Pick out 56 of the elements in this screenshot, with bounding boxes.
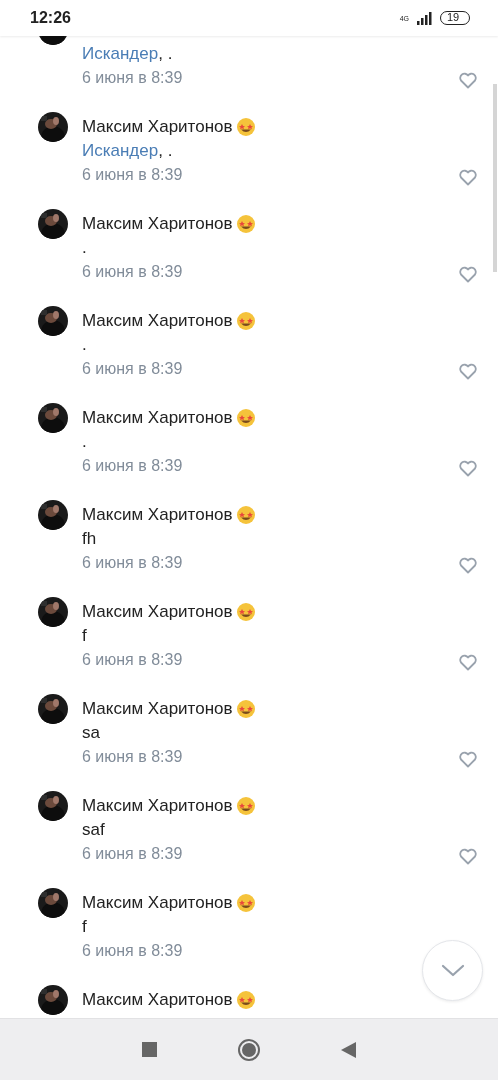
author-name: Максим Харитонов: [82, 116, 233, 138]
heart-icon[interactable]: [458, 749, 478, 770]
comment-time: 6 июня в 8:39: [82, 747, 184, 767]
comment-time: 6 июня в 8:39: [82, 262, 184, 282]
comment-text: .: [82, 431, 88, 453]
star-eyes-emoji-icon: [235, 796, 256, 816]
star-eyes-emoji-icon: [235, 311, 256, 331]
heart-icon[interactable]: [458, 458, 478, 479]
back-icon[interactable]: [341, 1041, 356, 1058]
heart-icon[interactable]: [458, 70, 478, 91]
comment-text: .: [82, 237, 88, 259]
star-eyes-emoji-icon: [235, 117, 256, 137]
comment-time: 6 июня в 8:39: [82, 68, 184, 88]
comment-time: 6 июня в 8:39: [82, 456, 184, 476]
author-name: Максим Харитонов: [82, 310, 233, 332]
star-eyes-emoji-icon: [235, 214, 256, 234]
star-eyes-emoji-icon: [235, 699, 256, 719]
author-name: Максим Харитонов: [82, 795, 233, 817]
heart-icon[interactable]: [458, 555, 478, 576]
comment-text: f: [82, 625, 88, 647]
comment-time: 6 июня в 8:39: [82, 844, 184, 864]
comment-text: f: [82, 916, 88, 938]
star-eyes-emoji-icon: [235, 893, 256, 913]
home-icon[interactable]: [237, 1037, 261, 1062]
chevron-down-icon: [440, 964, 465, 977]
signal-icon: [417, 11, 432, 25]
author-name: Максим Харитонов: [82, 504, 233, 526]
comment-text: sa: [82, 722, 101, 744]
star-eyes-emoji-icon: [235, 408, 256, 428]
comment-text: saf: [82, 819, 106, 841]
comment-text: Искандер, .: [82, 140, 174, 162]
comment-text: fh: [82, 528, 98, 550]
star-eyes-emoji-icon: [235, 602, 256, 622]
heart-icon[interactable]: [458, 167, 478, 188]
comment-text: Искандер, .: [82, 43, 174, 65]
reply-link[interactable]: Искандер: [82, 141, 159, 160]
star-eyes-emoji-icon: [235, 505, 256, 525]
comment-time: 6 июня в 8:39: [82, 553, 184, 573]
comment-time: 6 июня в 8:39: [82, 941, 184, 961]
heart-icon[interactable]: [458, 361, 478, 382]
star-eyes-emoji-icon: [235, 990, 256, 1010]
comment-text: .: [82, 334, 88, 356]
heart-icon[interactable]: [458, 264, 478, 285]
author-name: Максим Харитонов: [82, 213, 233, 235]
author-name: Максим Харитонов: [82, 407, 233, 429]
comment-time: 6 июня в 8:39: [82, 165, 184, 185]
author-name: Максим Харитонов: [82, 698, 233, 720]
comment-time: 6 июня в 8:39: [82, 359, 184, 379]
author-name: Максим Харитонов: [82, 892, 233, 914]
status-time: 12:26: [30, 8, 71, 28]
heart-icon[interactable]: [458, 846, 478, 867]
reply-link[interactable]: Искандер: [82, 44, 159, 63]
author-name: Максим Харитонов: [82, 601, 233, 623]
author-name: Максим Харитонов: [82, 989, 233, 1011]
heart-icon[interactable]: [458, 652, 478, 673]
comment-time: 6 июня в 8:39: [82, 650, 184, 670]
